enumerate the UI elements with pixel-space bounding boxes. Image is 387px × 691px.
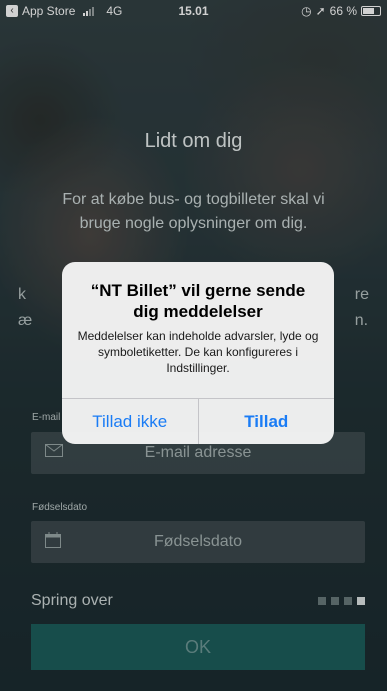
notification-permission-alert: “NT Billet” vil gerne sende dig meddelel…: [62, 262, 334, 444]
alert-message: Meddelelser kan indeholde advarsler, lyd…: [77, 329, 319, 375]
deny-button[interactable]: Tillad ikke: [62, 399, 198, 444]
allow-button[interactable]: Tillad: [197, 399, 335, 444]
alert-button-row: Tillad ikke Tillad: [62, 398, 334, 444]
alert-title: “NT Billet” vil gerne sende dig meddelel…: [90, 281, 306, 321]
